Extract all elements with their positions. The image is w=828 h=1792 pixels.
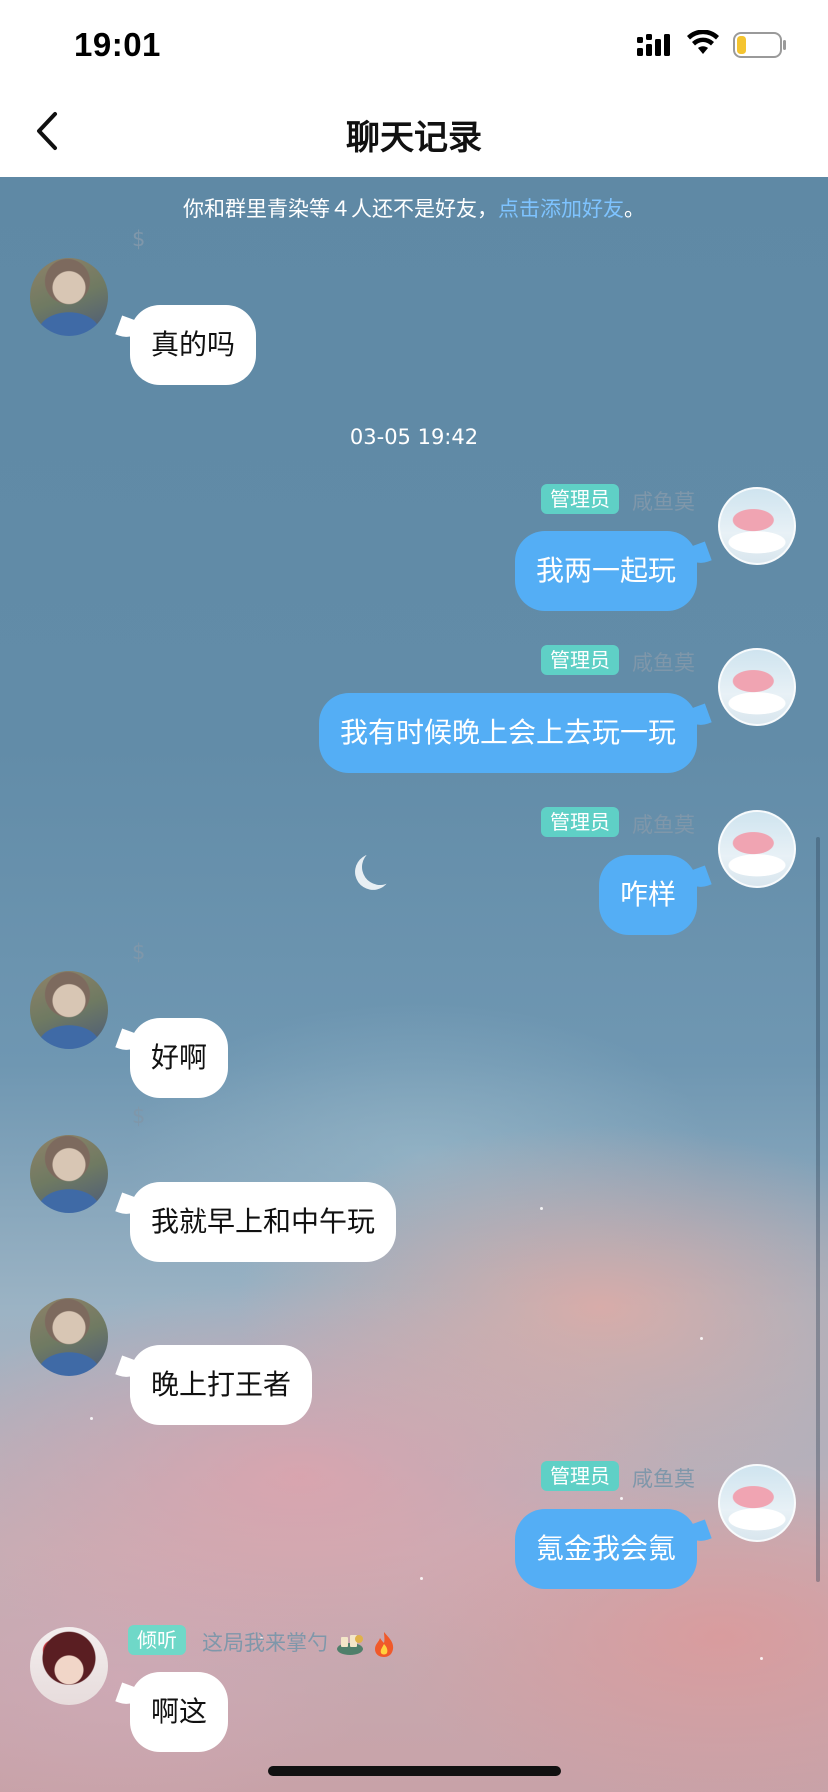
sender-name: $ [132, 1104, 146, 1128]
admin-badge: 管理员 [541, 1461, 619, 1491]
sender-name: 咸鱼莫 [632, 1467, 695, 1491]
sender-name: $ [132, 940, 146, 964]
avatar[interactable] [718, 648, 796, 726]
sender-name: 咸鱼莫 [632, 813, 695, 837]
admin-badge: 管理员 [541, 645, 619, 675]
admin-badge: 管理员 [541, 484, 619, 514]
message-bubble[interactable]: 我就早上和中午玩 [130, 1182, 397, 1262]
message-bubble[interactable]: 我两一起玩 [514, 531, 697, 611]
friend-notice-suffix: 。 [624, 197, 645, 221]
fire-emoji-icon [375, 1632, 394, 1657]
sender-name: 咸鱼莫 [632, 490, 695, 514]
member-title-badge: 倾听 [128, 1625, 186, 1655]
message-bubble[interactable]: 我有时候晚上会上去玩一玩 [318, 693, 697, 773]
chat-history[interactable]: 你和群里青染等４人还不是好友，点击添加好友。 $ 真的吗 03-05 19:42… [0, 177, 828, 1792]
star-decoration [760, 1657, 763, 1660]
message-bubble[interactable]: 晚上打王者 [130, 1345, 313, 1425]
friend-notice: 你和群里青染等４人还不是好友，点击添加好友。 [0, 193, 828, 223]
friend-notice-text: 你和群里青染等４人还不是好友， [183, 197, 498, 221]
sender-name: 这局我来掌勺 [202, 1627, 397, 1658]
scrollbar[interactable] [816, 837, 820, 1582]
message-bubble[interactable]: 真的吗 [130, 305, 257, 385]
avatar[interactable] [718, 1464, 796, 1542]
avatar[interactable] [30, 1135, 108, 1213]
add-friend-link[interactable]: 点击添加好友 [498, 197, 624, 221]
home-indicator[interactable] [268, 1766, 561, 1776]
admin-badge: 管理员 [541, 807, 619, 837]
message-bubble[interactable]: 啊这 [130, 1672, 229, 1752]
avatar[interactable] [718, 487, 796, 565]
message-timestamp: 03-05 19:42 [349, 425, 479, 449]
avatar[interactable] [718, 810, 796, 888]
avatar[interactable] [30, 971, 108, 1049]
star-decoration [540, 1207, 543, 1210]
avatar[interactable] [30, 258, 108, 336]
message-bubble[interactable]: 氪金我会氪 [514, 1509, 697, 1589]
avatar[interactable] [30, 1627, 108, 1705]
status-time: 19:01 [74, 26, 161, 63]
avatar[interactable] [30, 1298, 108, 1376]
message-bubble[interactable]: 好啊 [130, 1018, 229, 1098]
star-decoration [420, 1577, 423, 1580]
sender-name: $ [132, 227, 146, 251]
page-title: 聊天记录 [346, 118, 482, 158]
star-decoration [700, 1337, 703, 1340]
mahjong-emoji-icon [336, 1635, 363, 1655]
wifi-icon [687, 30, 719, 54]
star-decoration [620, 1497, 623, 1500]
star-decoration [90, 1417, 93, 1420]
battery-icon [733, 32, 786, 58]
moon-decoration [359, 846, 401, 888]
signal-icon [637, 34, 670, 56]
nav-bar: 聊天记录 [0, 88, 828, 177]
message-bubble[interactable]: 咋样 [598, 855, 697, 935]
status-bar: 19:01 [0, 0, 828, 88]
sender-name-text: 这局我来掌勺 [202, 1631, 328, 1655]
sender-name: 咸鱼莫 [632, 651, 695, 675]
